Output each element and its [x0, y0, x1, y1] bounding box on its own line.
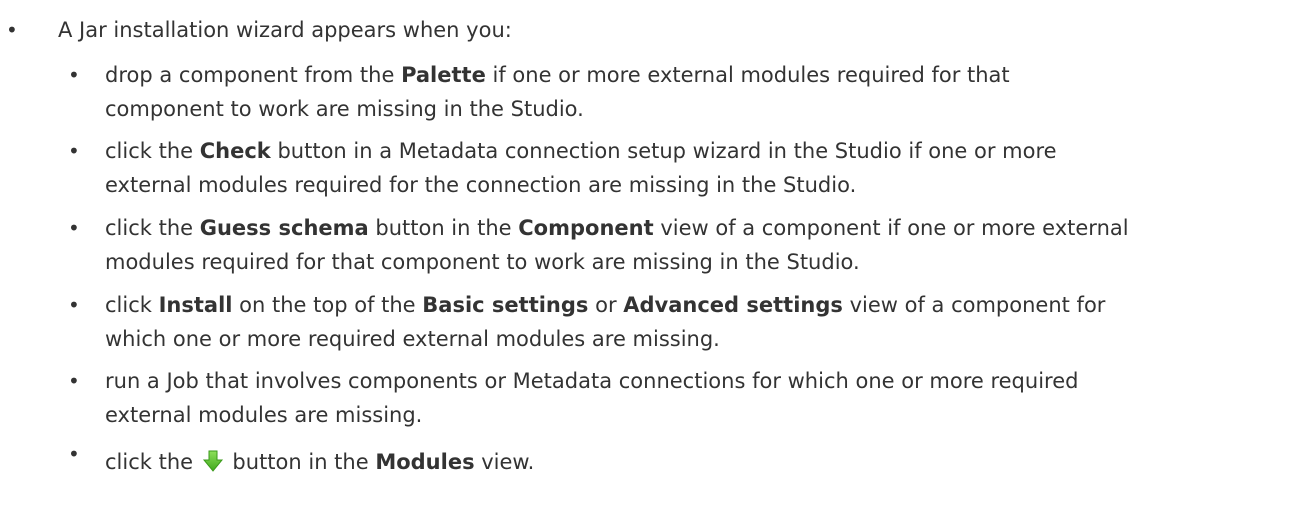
text-span: if one or more external modules required…: [485, 63, 1010, 87]
ui-term-modules: Modules: [375, 450, 475, 474]
text-span: view.: [474, 450, 535, 474]
text-line: which one or more required external modu…: [105, 327, 720, 351]
document: • A Jar installation wizard appears when…: [0, 0, 1290, 506]
bullet: •: [68, 63, 80, 87]
text-span: click the: [105, 139, 200, 163]
ui-term-basic-settings: Basic settings: [422, 293, 589, 317]
text-line: component to work are missing in the Stu…: [105, 97, 584, 121]
ui-term-check: Check: [199, 139, 271, 163]
text-span: button in the: [368, 216, 519, 240]
bullet: •: [68, 293, 80, 317]
text-line: modules required for that component to w…: [105, 250, 860, 274]
list-item-text: click Install on the top of the Basic se…: [105, 288, 1280, 356]
list-item-text: click the Check button in a Metadata con…: [105, 134, 1280, 202]
ui-term-component: Component: [518, 216, 654, 240]
text-span: button in a Metadata connection setup wi…: [270, 139, 1057, 163]
list-item-text: run a Job that involves components or Me…: [105, 364, 1280, 432]
text-line: external modules are missing.: [105, 403, 423, 427]
text-span: view of a component for: [842, 293, 1106, 317]
text-span: click the: [105, 216, 200, 240]
text-span: drop a component from the: [105, 63, 402, 87]
bullet: •: [6, 18, 18, 42]
text-span: button in the: [225, 450, 376, 474]
intro-text: A Jar installation wizard appears when y…: [58, 18, 512, 42]
ui-term-guess-schema: Guess schema: [199, 216, 369, 240]
text-span: click the: [105, 450, 200, 474]
text-line: external modules required for the connec…: [105, 173, 857, 197]
bullet: •: [68, 369, 80, 393]
bullet: •: [68, 139, 80, 163]
text-span: view of a component if one or more exter…: [653, 216, 1129, 240]
list-item-text: click the Guess schema button in the Com…: [105, 211, 1280, 279]
download-arrow-icon: [202, 448, 224, 472]
bullet: •: [68, 442, 80, 466]
ui-term-palette: Palette: [401, 63, 486, 87]
ui-term-install: Install: [158, 293, 233, 317]
text-span: on the top of the: [232, 293, 423, 317]
text-line: run a Job that involves components or Me…: [105, 369, 1079, 393]
bullet: •: [68, 216, 80, 240]
text-span: click: [105, 293, 159, 317]
list-item-text: drop a component from the Palette if one…: [105, 58, 1280, 126]
ui-term-advanced-settings: Advanced settings: [623, 293, 843, 317]
list-item-text: click the button in the Modules view.: [105, 445, 1280, 479]
text-span: or: [588, 293, 624, 317]
